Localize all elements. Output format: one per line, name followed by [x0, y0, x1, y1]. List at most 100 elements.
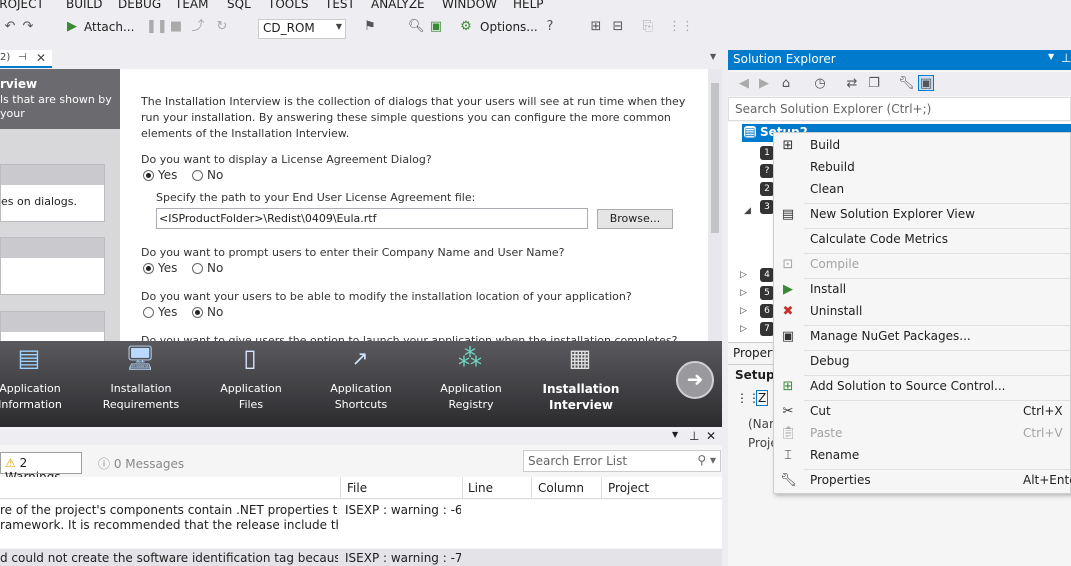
attach-button[interactable]: Attach...	[84, 20, 134, 34]
wizard-application-registry[interactable]: ⁂ Application Registry	[426, 344, 516, 413]
pause-icon[interactable]: ❚❚	[146, 19, 168, 35]
menu-item-build[interactable]: ⊞ Build	[774, 135, 1071, 157]
browse-button[interactable]: Browse...	[597, 209, 673, 229]
close-icon[interactable]: ✕	[36, 51, 46, 65]
tree-node-icon[interactable]: 7	[760, 322, 774, 336]
tree-node-icon[interactable]: 1	[760, 146, 774, 160]
find-icon[interactable]: 🔍︎	[408, 19, 425, 35]
back-icon[interactable]: ◀	[736, 76, 752, 92]
tree-node-icon[interactable]: ?	[760, 164, 774, 178]
location-yes-radio[interactable]	[143, 307, 154, 318]
menu-item-compile[interactable]: ⊡ Compile	[774, 254, 1071, 276]
wrench-icon[interactable]: 🔧︎	[898, 76, 915, 92]
location-no-radio[interactable]	[192, 307, 203, 318]
undo-icon[interactable]: ↶	[2, 19, 18, 35]
license-no-radio[interactable]	[192, 170, 203, 181]
redo-icon[interactable]: ↷	[20, 19, 36, 35]
restart-icon[interactable]: ↻	[214, 19, 230, 35]
menu-test[interactable]: TEST	[325, 0, 355, 11]
document-tab[interactable]: 2) ⊣ ✕	[0, 50, 52, 68]
collapse-all-icon[interactable]: ❐	[866, 76, 882, 92]
menu-project[interactable]: PROJECT	[0, 0, 44, 11]
menu-item-clean[interactable]: Clean	[774, 179, 1071, 201]
license-yes-radio[interactable]	[143, 170, 154, 181]
tree-node-icon[interactable]: 4	[760, 268, 774, 282]
next-arrow-button[interactable]: ➜	[676, 361, 714, 399]
menu-analyze[interactable]: ANALYZE	[371, 0, 425, 11]
nav-box-1[interactable]: es on dialogs.	[0, 164, 105, 222]
messages-filter-button[interactable]: ⓘ 0 Messages	[98, 455, 184, 472]
column-line[interactable]: Line	[468, 481, 493, 495]
menu-item-paste[interactable]: 📋︎ Paste Ctrl+V	[774, 423, 1071, 445]
sync-icon[interactable]: ⇄	[844, 76, 860, 92]
help-book-icon[interactable]: ?	[542, 19, 558, 35]
tree-node-icon[interactable]: 3	[760, 200, 774, 214]
wizard-installation-requirements[interactable]: 🖥︎ Installation Requirements	[96, 344, 186, 413]
expand-arrow-icon[interactable]: ▷	[740, 324, 747, 334]
menu-help[interactable]: HELP	[513, 0, 544, 11]
pin-icon[interactable]: ⊥	[1061, 51, 1071, 65]
column-file[interactable]: File	[347, 481, 367, 495]
nav-box-3[interactable]	[0, 311, 105, 341]
column-column[interactable]: Column	[538, 481, 584, 495]
expand-arrow-icon[interactable]: ▷	[740, 306, 747, 316]
menu-tools[interactable]: TOOLS	[268, 0, 309, 11]
menu-sql[interactable]: SQL	[227, 0, 251, 11]
company-yes-radio[interactable]	[143, 263, 154, 274]
expand-arrow-icon[interactable]: ◢	[744, 206, 751, 216]
chevron-down-icon[interactable]: ▼	[1048, 52, 1054, 61]
warnings-filter-button[interactable]: ⚠ 2 Warnings	[0, 452, 82, 484]
wizard-application-information[interactable]: ▤ Application Information	[0, 344, 75, 413]
home-icon[interactable]: ⌂	[778, 76, 794, 92]
open-file-icon[interactable]: ⎘	[640, 19, 656, 35]
menu-debug[interactable]: DEBUG	[118, 0, 161, 11]
menu-item-manage-nuget-packages[interactable]: ▣ Manage NuGet Packages...	[774, 326, 1071, 348]
start-debug-icon[interactable]: ▶	[64, 19, 80, 35]
options-gear-icon[interactable]: ⚙	[458, 19, 474, 35]
menu-item-properties[interactable]: 🔧︎ Properties Alt+Enter	[774, 470, 1071, 492]
menu-build[interactable]: BUILD	[66, 0, 102, 11]
alphabetical-icon[interactable]: Z	[756, 390, 769, 406]
menu-item-rename[interactable]: ⌶ Rename	[774, 445, 1071, 467]
menu-team[interactable]: TEAM	[175, 0, 208, 11]
stop-icon[interactable]: ■	[168, 19, 184, 35]
wizard-application-files[interactable]: ▯ Application Files	[206, 344, 296, 413]
tree-node-icon[interactable]: 2	[760, 182, 774, 196]
eula-path-input[interactable]: <ISProductFolder>\Redist\0409\Eula.rtf	[156, 208, 588, 229]
grid-icon[interactable]: ⋮⋮	[668, 19, 694, 35]
company-no-radio[interactable]	[192, 263, 203, 274]
history-icon[interactable]: ◷	[812, 76, 828, 92]
menu-item-cut[interactable]: ✂ Cut Ctrl+X	[774, 401, 1071, 423]
menu-item-rebuild[interactable]: Rebuild	[774, 157, 1071, 179]
solution-explorer-search[interactable]: Search Solution Explorer (Ctrl+;)	[728, 97, 1071, 121]
pin-icon[interactable]: ⊣	[18, 52, 27, 63]
menu-item-add-solution-to-source-control[interactable]: ⊞ Add Solution to Source Control...	[774, 376, 1071, 398]
menu-window[interactable]: WINDOW	[442, 0, 497, 11]
install-tool-icon[interactable]: ⊟	[610, 19, 626, 35]
forward-icon[interactable]: ▶	[756, 76, 772, 92]
menu-item-debug[interactable]: Debug	[774, 351, 1071, 373]
tab-overflow-icon[interactable]: ▼	[710, 52, 716, 61]
pin-icon[interactable]: ⊥	[689, 429, 699, 443]
build-tool-icon[interactable]: ⊞	[588, 19, 604, 35]
options-button[interactable]: Options...	[480, 20, 538, 34]
menu-item-calculate-code-metrics[interactable]: Calculate Code Metrics	[774, 229, 1071, 251]
image-icon[interactable]: ▣	[428, 19, 444, 35]
expand-arrow-icon[interactable]: ▷	[740, 288, 747, 298]
menu-item-install[interactable]: ▶ Install	[774, 279, 1071, 301]
nav-box-2[interactable]	[0, 237, 105, 295]
menu-item-new-solution-explorer-view[interactable]: ▤ New Solution Explorer View	[774, 204, 1071, 226]
wizard-installation-interview[interactable]: ▦ Installation Interview	[536, 344, 626, 413]
configuration-dropdown[interactable]: CD_ROM ▼	[258, 19, 346, 39]
close-icon[interactable]: ✕	[706, 429, 716, 443]
table-row[interactable]: re of the project's components contain .…	[0, 500, 722, 548]
expand-arrow-icon[interactable]: ▷	[740, 270, 747, 280]
table-row[interactable]: d could not create the software identifi…	[0, 549, 722, 566]
menu-item-uninstall[interactable]: ✖ Uninstall	[774, 301, 1071, 323]
flag-icon[interactable]: ⚑	[362, 19, 378, 35]
error-list-search[interactable]: Search Error List ⚲ ▾	[523, 450, 721, 472]
tree-node-icon[interactable]: 5	[760, 286, 774, 300]
column-project[interactable]: Project	[608, 481, 649, 495]
designer-scrollbar[interactable]	[708, 69, 722, 341]
wizard-application-shortcuts[interactable]: ↗ Application Shortcuts	[316, 346, 406, 413]
